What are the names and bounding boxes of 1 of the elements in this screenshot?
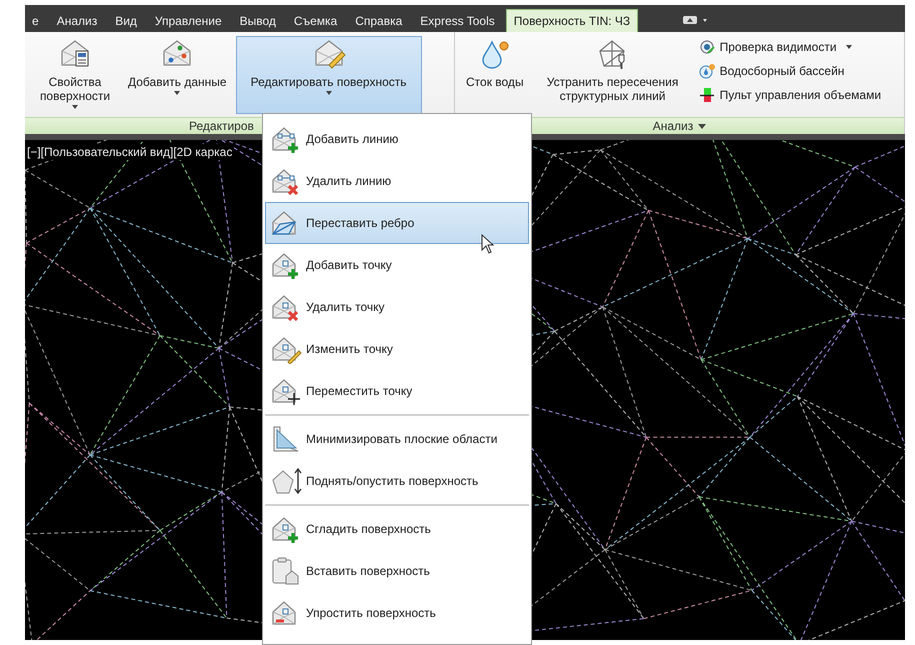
panel-title: Редактиров — [189, 119, 254, 133]
